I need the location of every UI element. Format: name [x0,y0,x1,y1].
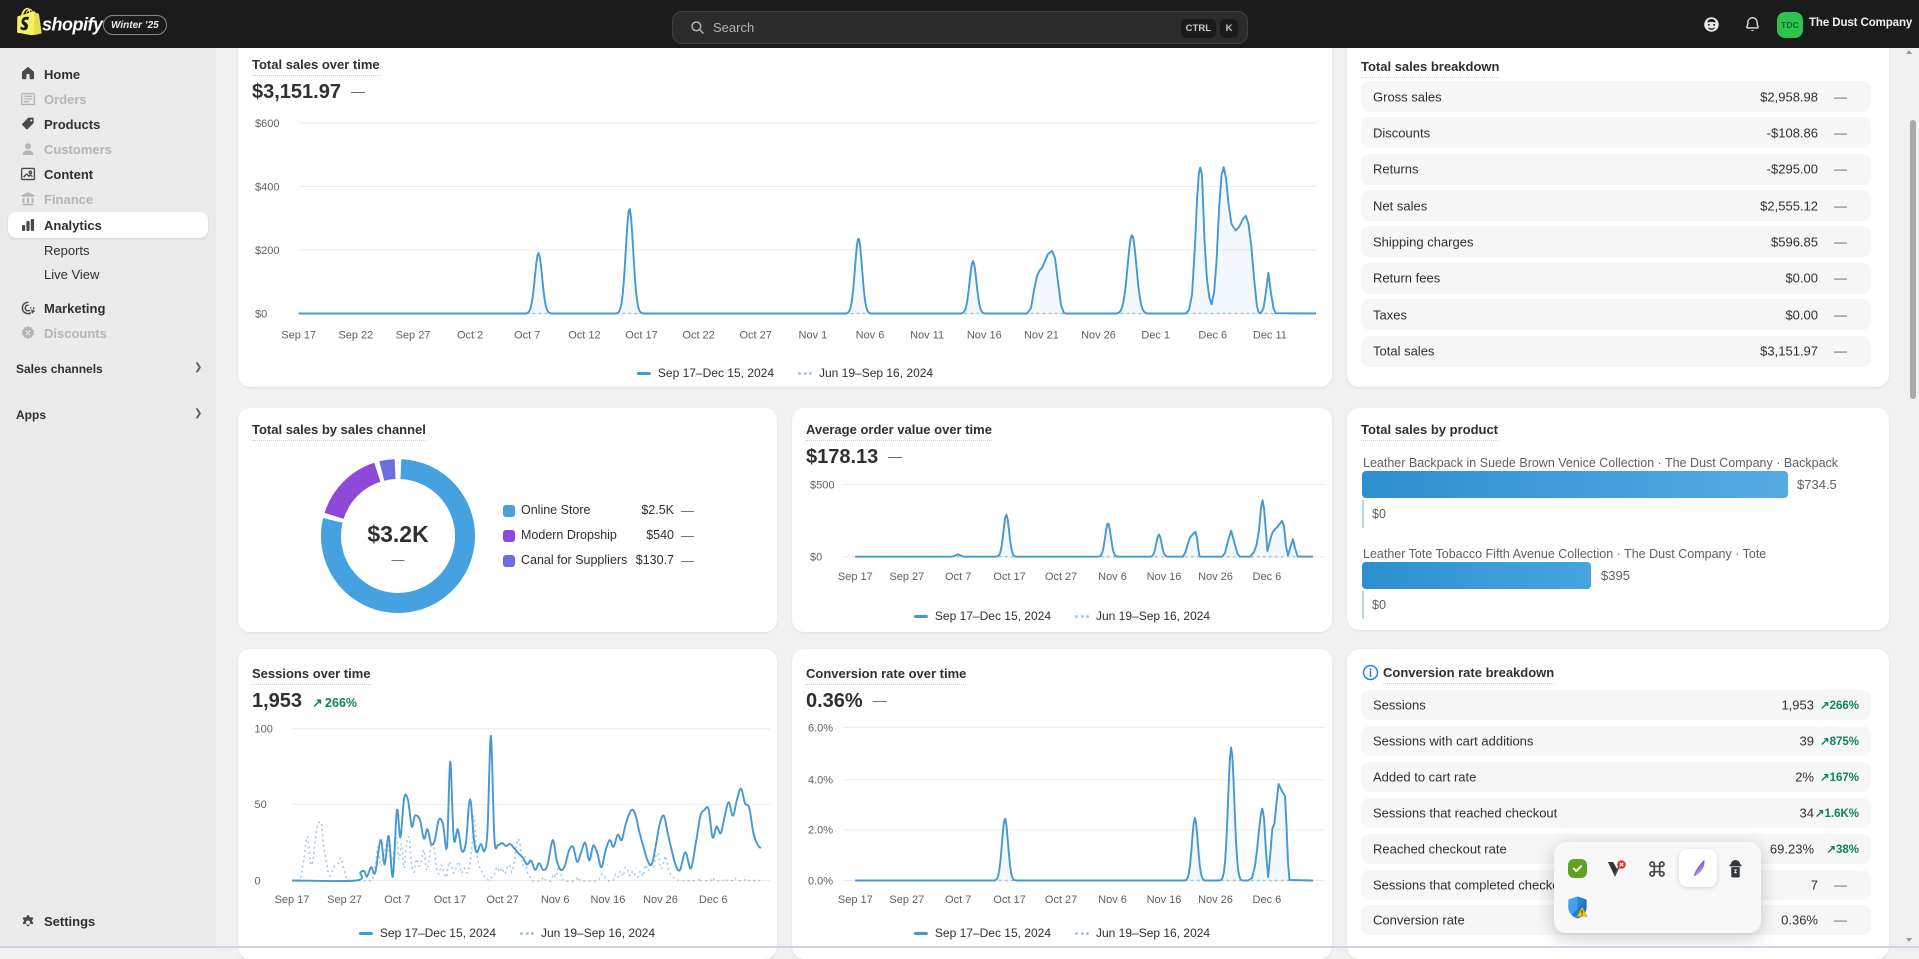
svg-text:Sep 22: Sep 22 [338,330,373,342]
svg-text:2.0%: 2.0% [808,825,833,837]
svg-text:Oct 7: Oct 7 [945,571,971,583]
svg-text:Sep 17: Sep 17 [275,894,310,906]
svg-text:Oct 12: Oct 12 [568,330,600,342]
svg-text:Oct 7: Oct 7 [945,894,971,906]
svg-text:Nov 26: Nov 26 [1081,330,1116,342]
svg-text:Oct 27: Oct 27 [486,894,518,906]
svg-text:Sep 17: Sep 17 [838,894,873,906]
svg-text:Nov 11: Nov 11 [910,330,944,342]
svg-text:shopify: shopify [42,15,104,35]
svg-text:Oct 17: Oct 17 [993,571,1025,583]
svg-text:Oct 27: Oct 27 [739,330,771,342]
svg-text:50: 50 [255,799,267,811]
svg-text:0: 0 [255,876,261,888]
svg-text:Dec 1: Dec 1 [1141,330,1170,342]
svg-text:$0: $0 [810,552,822,564]
svg-text:Sep 27: Sep 27 [396,330,431,342]
svg-text:Sep 27: Sep 27 [327,894,362,906]
svg-text:Dec 6: Dec 6 [1198,330,1227,342]
svg-text:Nov 6: Nov 6 [1098,571,1127,583]
svg-text:Dec 11: Dec 11 [1253,330,1287,342]
svg-text:$400: $400 [255,182,279,194]
svg-text:Oct 27: Oct 27 [1045,894,1077,906]
svg-text:0.0%: 0.0% [808,876,833,888]
svg-text:Dec 6: Dec 6 [1253,894,1282,906]
svg-text:Oct 17: Oct 17 [625,330,657,342]
svg-text:$200: $200 [255,245,279,257]
svg-text:Nov 26: Nov 26 [643,894,678,906]
svg-text:Oct 2: Oct 2 [457,330,483,342]
svg-text:Nov 26: Nov 26 [1198,894,1233,906]
svg-text:$500: $500 [810,479,834,491]
svg-text:Sep 17: Sep 17 [281,330,316,342]
svg-text:Nov 16: Nov 16 [590,894,625,906]
svg-text:Nov 26: Nov 26 [1198,571,1233,583]
svg-text:Oct 7: Oct 7 [384,894,410,906]
svg-text:Sep 17: Sep 17 [838,571,873,583]
svg-text:Nov 1: Nov 1 [799,330,828,342]
svg-text:4.0%: 4.0% [808,775,833,787]
svg-text:Oct 22: Oct 22 [682,330,714,342]
svg-text:Nov 6: Nov 6 [1098,894,1127,906]
svg-text:Oct 17: Oct 17 [993,894,1025,906]
svg-text:$600: $600 [255,118,279,130]
svg-text:—: — [392,552,405,567]
svg-text:Oct 27: Oct 27 [1045,571,1077,583]
svg-text:100: 100 [255,724,273,736]
svg-text:$0: $0 [255,309,267,321]
svg-text:Dec 6: Dec 6 [1253,571,1282,583]
svg-text:Sep 27: Sep 27 [889,571,924,583]
svg-text:Sep 27: Sep 27 [889,894,924,906]
svg-text:Nov 6: Nov 6 [856,330,885,342]
svg-text:6.0%: 6.0% [808,722,833,734]
svg-text:Nov 16: Nov 16 [967,330,1002,342]
svg-text:Nov 6: Nov 6 [541,894,570,906]
svg-text:Oct 7: Oct 7 [514,330,540,342]
svg-text:Nov 21: Nov 21 [1024,330,1059,342]
svg-text:Oct 17: Oct 17 [434,894,466,906]
svg-text:$3.2K: $3.2K [367,521,429,547]
svg-text:Dec 6: Dec 6 [699,894,728,906]
svg-text:Nov 16: Nov 16 [1147,571,1182,583]
svg-text:Nov 16: Nov 16 [1147,894,1182,906]
